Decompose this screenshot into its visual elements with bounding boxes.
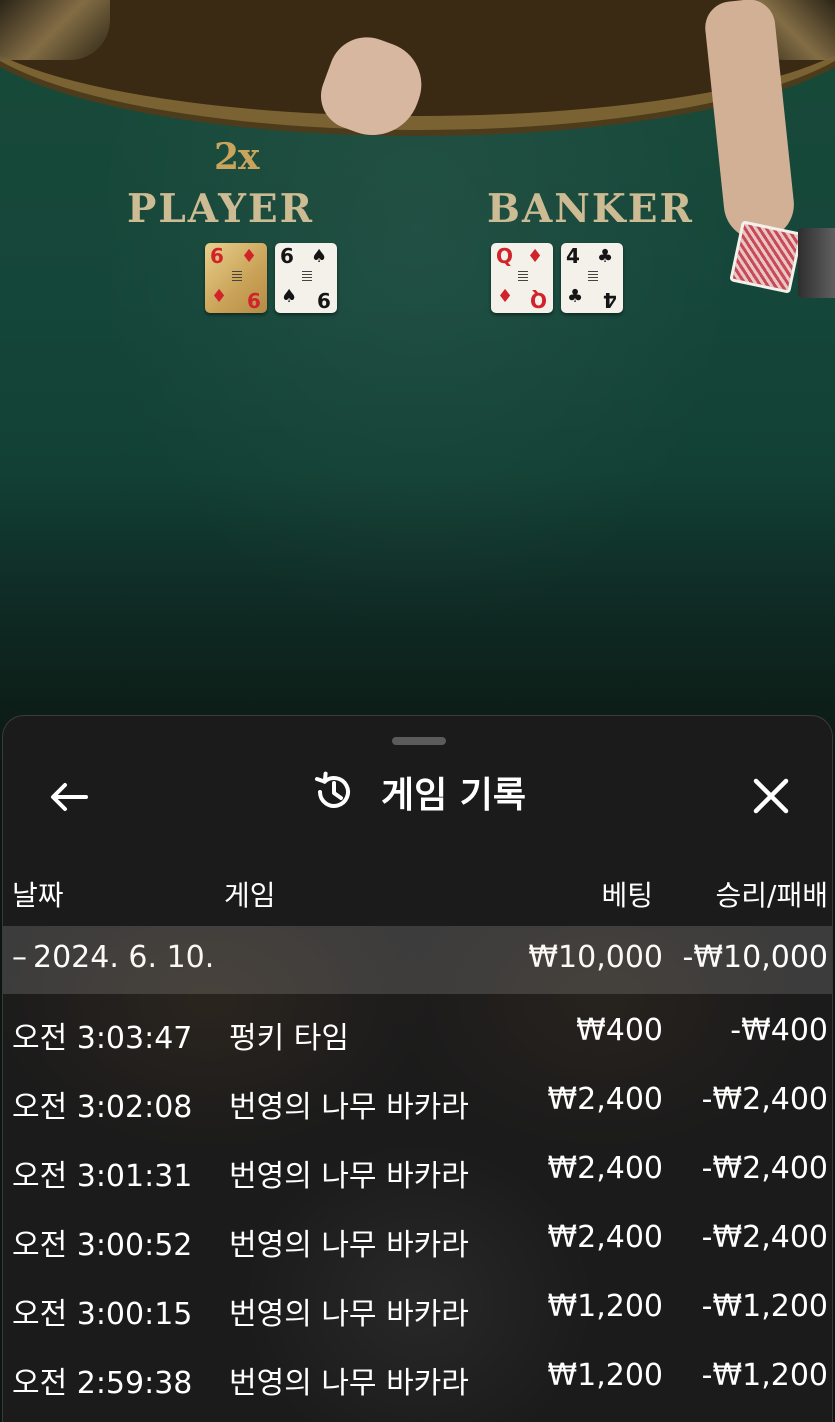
card-suit-icon: ♠ xyxy=(281,286,298,307)
row-time: 오전 3:01:31 xyxy=(12,1159,193,1194)
row-game: 펑키 타임 xyxy=(229,1021,349,1056)
card-suit-icon: ♦ xyxy=(527,246,544,267)
card-rank: 6 xyxy=(280,244,294,268)
card-center-pattern xyxy=(588,271,598,283)
card-suit-icon: ♦ xyxy=(497,286,514,307)
history-row[interactable]: 오전 3:01:31 번영의 나무 바카라 ₩2,400 -₩2,400 xyxy=(3,1138,832,1207)
date-group-date: 2024. 6. 10. xyxy=(33,940,215,975)
row-game: 번영의 나무 바카라 xyxy=(229,1366,469,1401)
card-suit-icon: ♣ xyxy=(567,286,584,307)
row-bet: ₩1,200 xyxy=(547,1358,663,1393)
history-table-header: 날짜 게임 베팅 승리/패배 xyxy=(3,864,832,924)
row-result: -₩1,200 xyxy=(701,1289,828,1324)
dealer-held-card xyxy=(729,220,803,294)
close-button[interactable] xyxy=(743,768,799,824)
card-center-pattern xyxy=(518,271,528,283)
history-clock-icon xyxy=(311,769,357,815)
date-group-bet-total: ₩10,000 xyxy=(528,940,663,975)
column-header-game: 게임 xyxy=(224,879,276,912)
row-bet: ₩2,400 xyxy=(547,1151,663,1186)
row-result: -₩400 xyxy=(730,1013,828,1048)
live-table-video: 2x PLAYER BANKER 6 ♦ ♦ 9 6 ♠ ♠ 9 Q ♦ ♦ Q 4 ♣ ♣ 4 xyxy=(0,0,835,760)
sheet-grab-handle[interactable] xyxy=(392,737,446,745)
player-multiplier: 2x xyxy=(214,136,260,178)
history-row[interactable]: 오전 2:59:38 번영의 나무 바카라 ₩1,200 -₩1,200 xyxy=(3,1345,832,1414)
date-group-row[interactable]: – 2024. 6. 10. ₩10,000 -₩10,000 xyxy=(3,926,832,994)
row-bet: ₩400 xyxy=(576,1013,663,1048)
row-game: 번영의 나무 바카라 xyxy=(229,1228,469,1263)
banker-card: Q ♦ ♦ Q xyxy=(491,243,553,313)
row-bet: ₩1,200 xyxy=(547,1289,663,1324)
collapse-toggle-icon[interactable]: – xyxy=(12,940,27,975)
sheet-header: 게임 기록 xyxy=(3,762,832,822)
banker-label: BANKER xyxy=(487,186,694,232)
row-bet: ₩2,400 xyxy=(547,1220,663,1255)
card-suit-icon: ♣ xyxy=(597,246,614,267)
history-rows: 오전 3:03:47 펑키 타임 ₩400 -₩400 오전 3:02:08 번… xyxy=(3,1000,832,1414)
card-rank: 6 xyxy=(210,244,224,268)
player-card: 6 ♦ ♦ 9 xyxy=(205,243,267,313)
row-result: -₩2,400 xyxy=(701,1151,828,1186)
column-header-result: 승리/패배 xyxy=(715,879,828,912)
row-bet: ₩2,400 xyxy=(547,1082,663,1117)
row-result: -₩2,400 xyxy=(701,1220,828,1255)
card-suit-icon: ♦ xyxy=(241,246,258,267)
history-row[interactable]: 오전 3:03:47 펑키 타임 ₩400 -₩400 xyxy=(3,1000,832,1069)
card-rank: 4 xyxy=(566,244,580,268)
row-game: 번영의 나무 바카라 xyxy=(229,1159,469,1194)
sheet-title: 게임 기록 xyxy=(380,775,526,816)
card-shoe xyxy=(798,228,835,298)
date-group-result-total: -₩10,000 xyxy=(682,940,828,975)
row-game: 번영의 나무 바카라 xyxy=(229,1090,469,1125)
history-row[interactable]: 오전 3:02:08 번영의 나무 바카라 ₩2,400 -₩2,400 xyxy=(3,1069,832,1138)
card-suit-icon: ♦ xyxy=(211,286,228,307)
row-time: 오전 3:00:15 xyxy=(12,1297,193,1332)
card-center-pattern xyxy=(232,271,242,283)
rail-ornament-left xyxy=(0,0,110,60)
card-rank: Q xyxy=(529,288,547,312)
row-result: -₩2,400 xyxy=(701,1082,828,1117)
card-rank: Q xyxy=(496,244,514,268)
card-rank: 4 xyxy=(603,288,617,312)
card-center-pattern xyxy=(302,271,312,283)
row-time: 오전 3:03:47 xyxy=(12,1021,193,1056)
history-row[interactable]: 오전 3:00:52 번영의 나무 바카라 ₩2,400 -₩2,400 xyxy=(3,1207,832,1276)
row-time: 오전 3:02:08 xyxy=(12,1090,193,1125)
row-time: 오전 2:59:38 xyxy=(12,1366,193,1401)
close-icon xyxy=(753,778,789,814)
game-history-sheet: 게임 기록 날짜 게임 베팅 승리/패배 – 2024. 6. 10. ₩10,… xyxy=(2,715,833,1422)
row-result: -₩1,200 xyxy=(701,1358,828,1393)
column-header-date: 날짜 xyxy=(12,879,64,912)
card-rank: 9 xyxy=(317,288,331,312)
card-suit-icon: ♠ xyxy=(311,246,328,267)
banker-card: 4 ♣ ♣ 4 xyxy=(561,243,623,313)
column-header-bet: 베팅 xyxy=(601,879,653,912)
player-label: PLAYER xyxy=(127,186,315,232)
card-rank: 9 xyxy=(247,288,261,312)
history-row[interactable]: 오전 3:00:15 번영의 나무 바카라 ₩1,200 -₩1,200 xyxy=(3,1276,832,1345)
player-card: 6 ♠ ♠ 9 xyxy=(275,243,337,313)
row-game: 번영의 나무 바카라 xyxy=(229,1297,469,1332)
row-time: 오전 3:00:52 xyxy=(12,1228,193,1263)
